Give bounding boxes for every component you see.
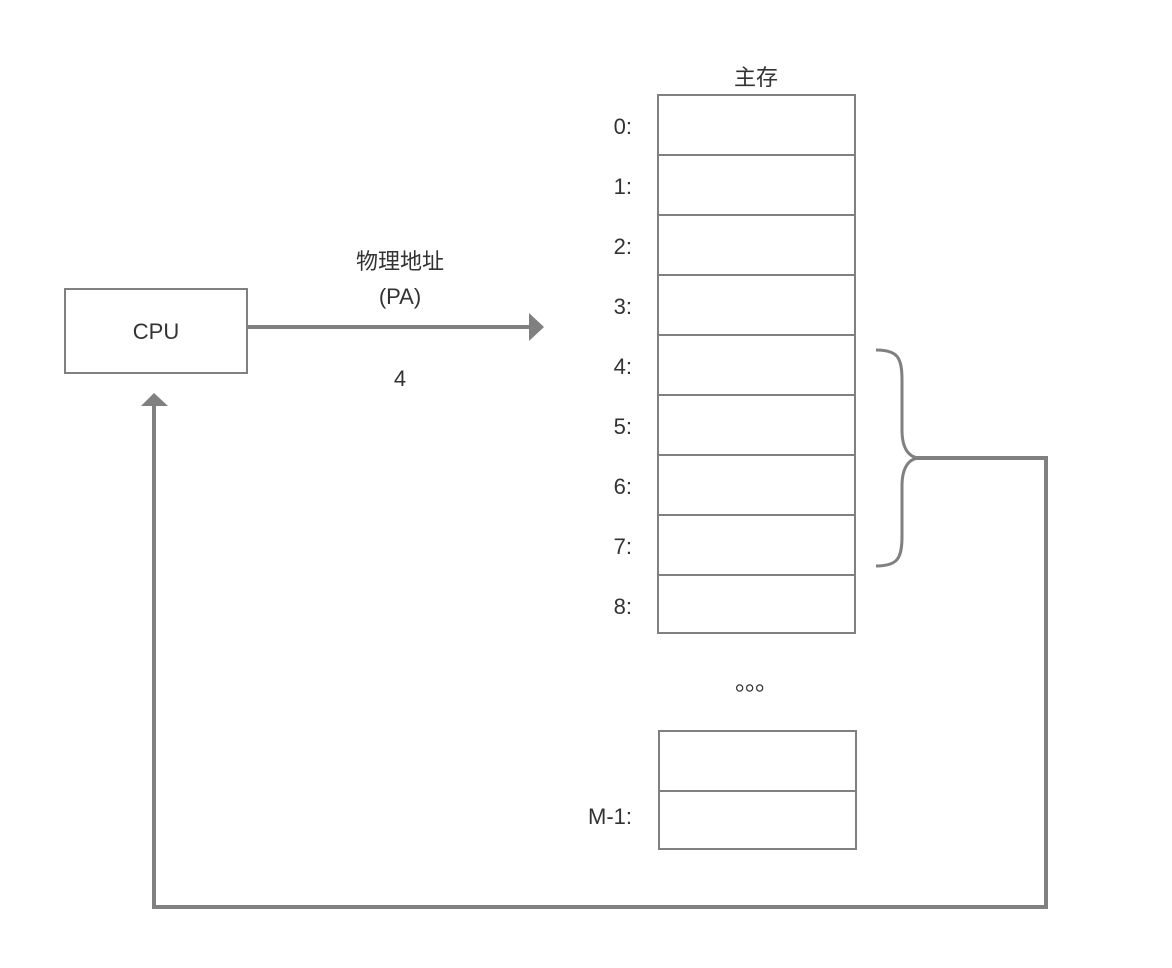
memory-cell-5 (657, 394, 856, 456)
address-label: 4: (613, 354, 632, 379)
address-label: 8: (613, 594, 632, 619)
address-label-last: M-1: (588, 804, 632, 829)
address-label: 7: (613, 534, 632, 559)
memory-title: 主存 (733, 65, 778, 90)
pa-value: 4 (393, 366, 407, 391)
memory-cell-1 (657, 154, 856, 216)
address-label: 5: (613, 414, 632, 439)
memory-cell-extra (658, 730, 857, 792)
address-label: 3: (613, 294, 632, 319)
memory-cell-2 (657, 214, 856, 276)
pa-arrow-head (529, 313, 544, 341)
pa-label-line1: 物理地址 (355, 249, 444, 274)
memory-cell-4 (657, 334, 856, 396)
cpu-box: CPU (64, 288, 248, 374)
curly-brace (875, 348, 921, 568)
memory-cell-0 (657, 94, 856, 156)
pa-label-line2: (PA) (378, 284, 422, 309)
return-arrow-head (141, 393, 168, 406)
memory-cell-7 (657, 514, 856, 576)
address-label: 1: (613, 174, 632, 199)
address-label: 2: (613, 234, 632, 259)
ellipsis: 。。。 (735, 669, 779, 696)
memory-cell-8 (657, 574, 856, 634)
memory-cell-3 (657, 274, 856, 336)
memory-cell-6 (657, 454, 856, 516)
address-label: 6: (613, 474, 632, 499)
memory-cell-last (658, 790, 857, 850)
address-label: 0: (613, 114, 632, 139)
cpu-label: CPU (132, 319, 180, 344)
